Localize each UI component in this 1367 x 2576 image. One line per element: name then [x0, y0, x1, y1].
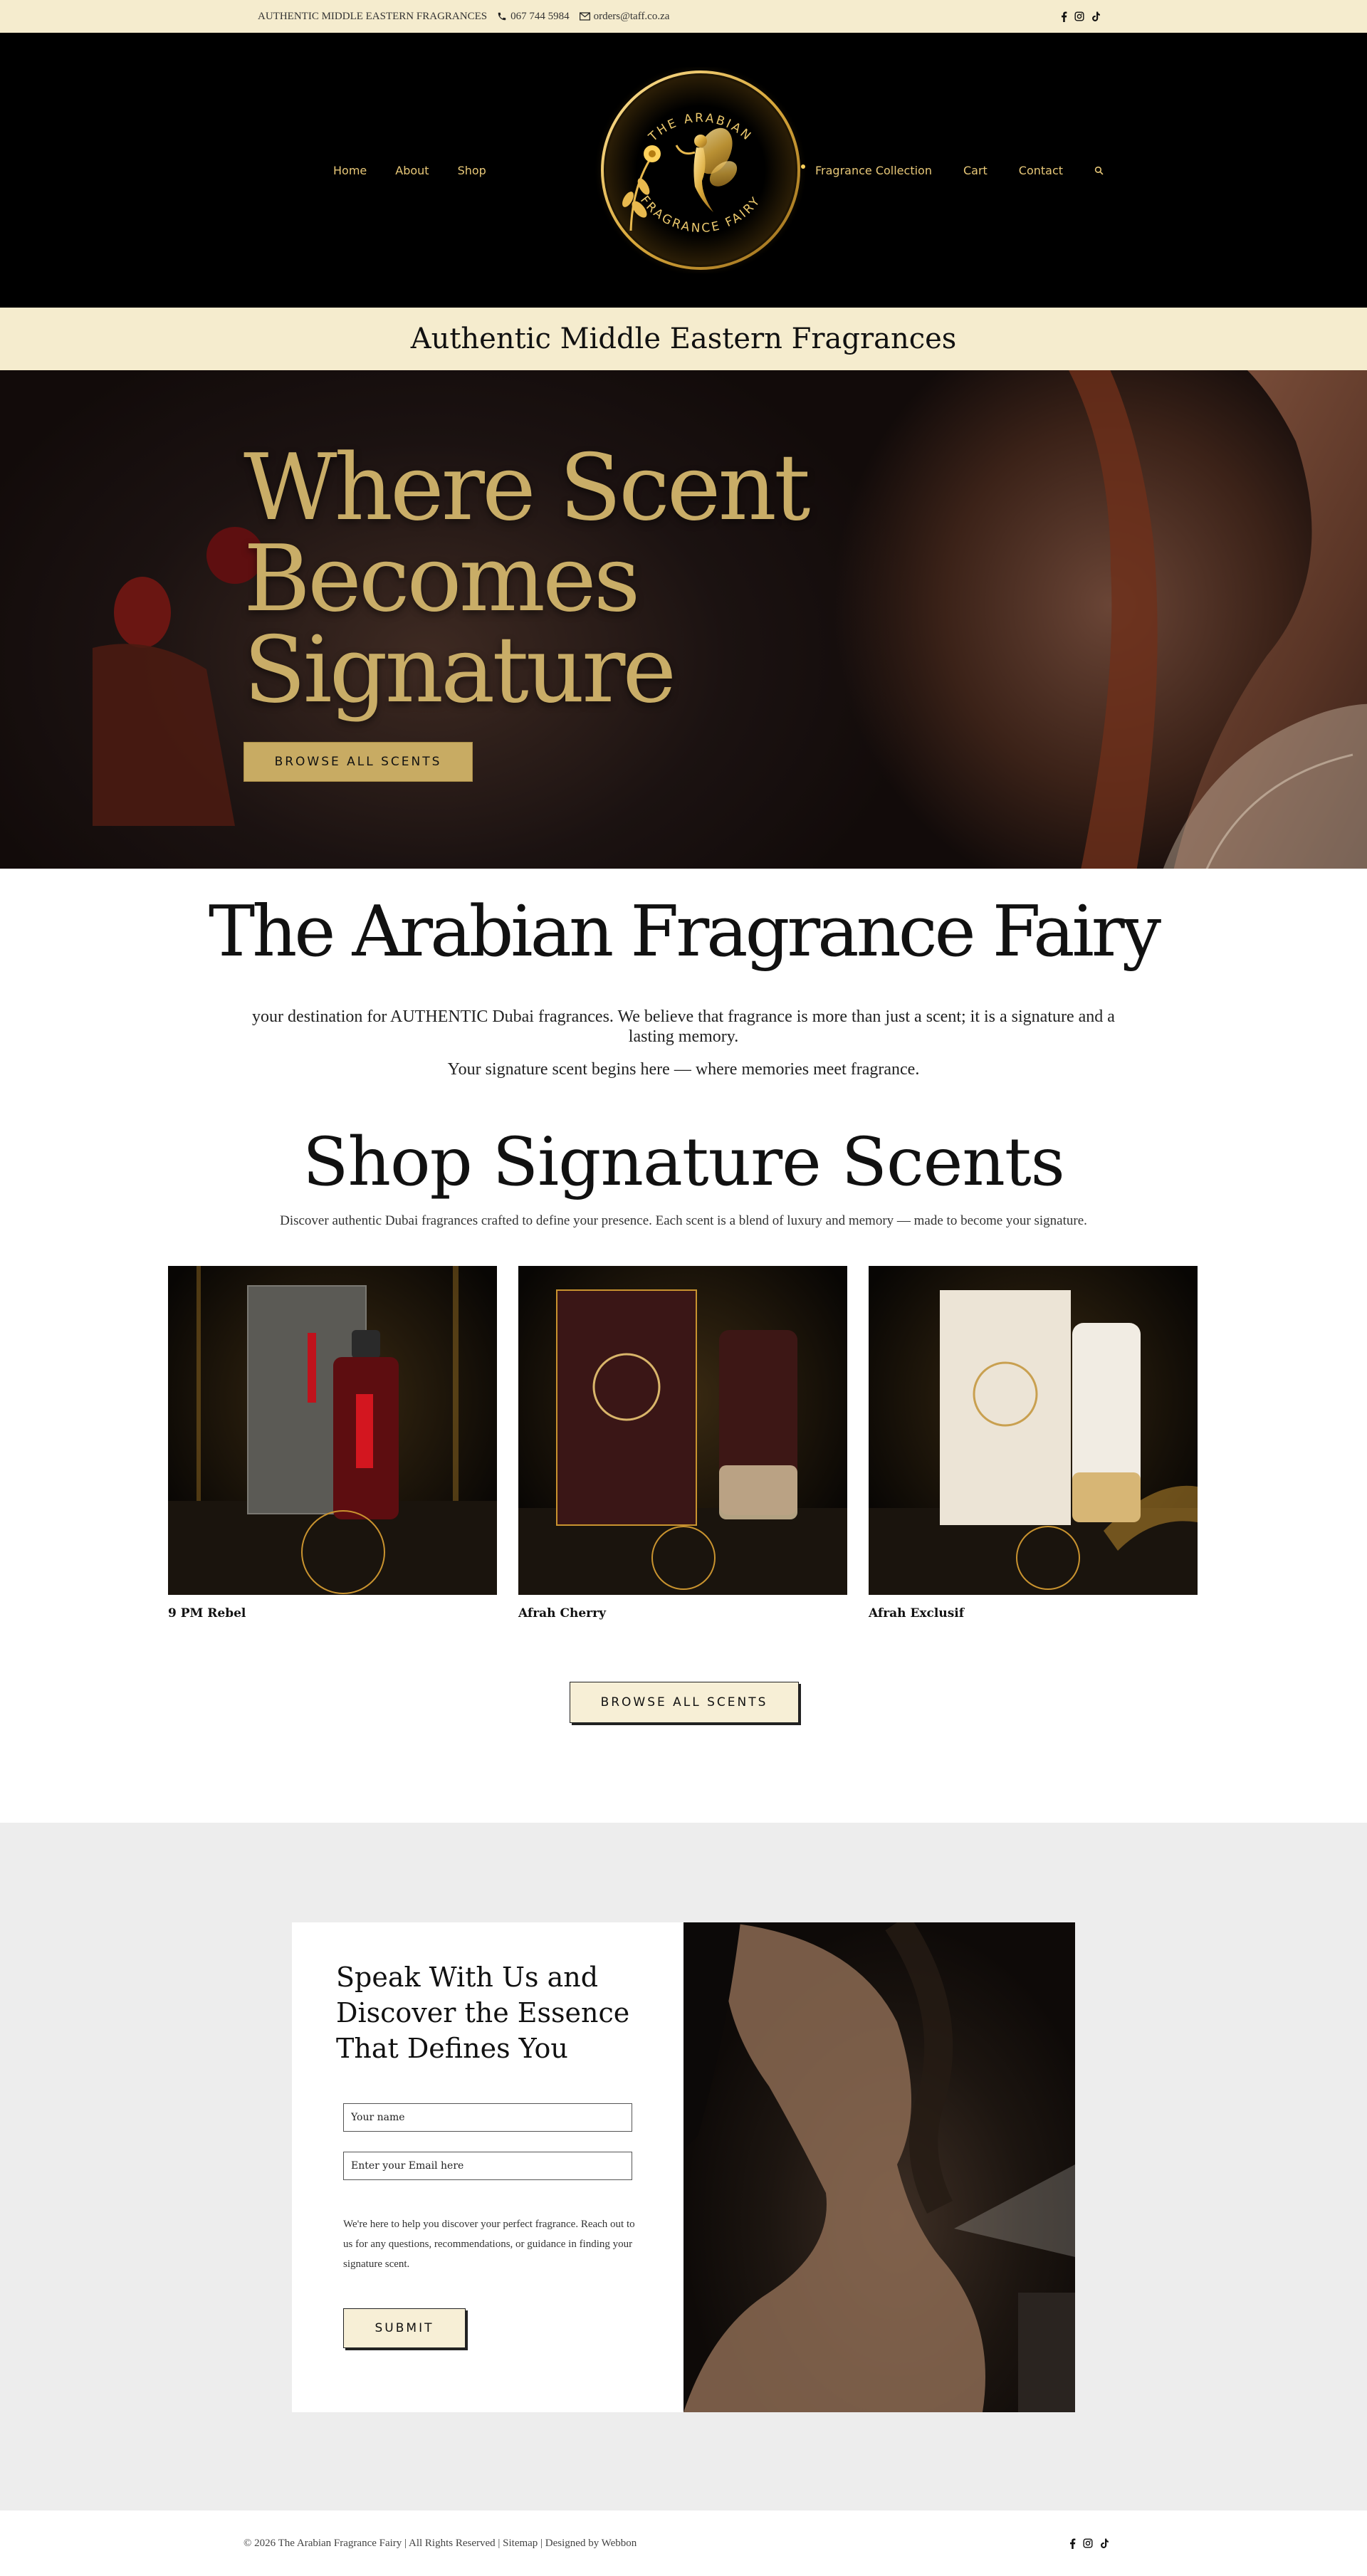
intro-paragraph-1: your destination for AUTHENTIC Dubai fra…	[252, 1007, 1115, 1046]
envelope-icon	[579, 12, 590, 21]
contact-text: We're here to help you discover your per…	[343, 2219, 635, 2270]
product-image[interactable]	[518, 1266, 847, 1595]
phone-icon	[498, 12, 506, 21]
tagline-band: Authentic Middle Eastern Fragrances	[0, 308, 1367, 370]
hero-headline: Where Scent Becomes Signature	[243, 435, 810, 723]
facebook-icon[interactable]	[1069, 2538, 1076, 2549]
shop-subtitle: Discover authentic Dubai fragrances craf…	[280, 1213, 1087, 1228]
instagram-icon[interactable]	[1083, 2538, 1093, 2548]
shop-browse-button[interactable]: BROWSE ALL SCENTS	[570, 1682, 799, 1723]
product-image[interactable]	[168, 1266, 497, 1595]
contact-heading: Speak With Us and Discover the Essence T…	[336, 1962, 630, 2064]
top-tagline: AUTHENTIC MIDDLE EASTERN FRAGRANCES	[258, 10, 488, 22]
phone-number: 067 744 5984	[510, 10, 570, 22]
email-field[interactable]	[343, 2152, 632, 2180]
nav-fragrance-collection[interactable]: Fragrance Collection	[815, 164, 932, 177]
product-name[interactable]: Afrah Cherry	[518, 1606, 847, 1621]
nav-contact[interactable]: Contact	[1019, 164, 1063, 177]
email-address: orders@taff.co.za	[593, 10, 670, 22]
tiktok-icon[interactable]	[1091, 11, 1101, 22]
product-card[interactable]: Afrah Cherry	[518, 1266, 847, 1621]
hero-banner: Where Scent Becomes Signature BROWSE ALL…	[0, 370, 1367, 869]
instagram-icon[interactable]	[1074, 11, 1084, 21]
hero-perfume-hand-image	[93, 527, 263, 826]
product-name[interactable]: Afrah Exclusif	[869, 1606, 1198, 1621]
facebook-icon[interactable]	[1061, 11, 1067, 22]
product-card[interactable]: 9 PM Rebel	[168, 1266, 497, 1621]
search-icon[interactable]	[1094, 166, 1104, 175]
shop-title: Shop Signature Scents	[303, 1124, 1065, 1201]
nav-cart[interactable]: Cart	[963, 164, 988, 177]
phone-link[interactable]: 067 744 5984	[497, 11, 570, 23]
site-logo[interactable]: THE ARABIAN FRAGRANCE FAIRY	[588, 63, 813, 277]
main-nav-left: Home About Shop	[333, 33, 486, 308]
name-field[interactable]	[343, 2103, 632, 2132]
main-nav-right: Fragrance Collection Cart Contact	[815, 33, 1104, 308]
hero-browse-button[interactable]: BROWSE ALL SCENTS	[243, 742, 473, 782]
nav-home[interactable]: Home	[333, 164, 367, 177]
nav-about[interactable]: About	[395, 164, 429, 177]
site-footer: © 2026 The Arabian Fragrance Fairy | All…	[0, 2510, 1367, 2576]
intro-paragraph-2: Your signature scent begins here — where…	[447, 1060, 920, 1079]
nav-shop[interactable]: Shop	[458, 164, 486, 177]
hero-woman-image	[1068, 370, 1367, 869]
submit-button[interactable]: SUBMIT	[343, 2308, 466, 2348]
intro-title: The Arabian Fragrance Fairy	[208, 891, 1161, 973]
product-grid: 9 PM Rebel Afrah Cherry Afrah Exclusif	[168, 1266, 1198, 1621]
contact-form-card: Speak With Us and Discover the Essence T…	[292, 1922, 684, 2412]
product-card[interactable]: Afrah Exclusif	[869, 1266, 1198, 1621]
product-name[interactable]: 9 PM Rebel	[168, 1606, 497, 1621]
footer-copyright: © 2026 The Arabian Fragrance Fairy | All…	[243, 2537, 637, 2549]
product-image[interactable]	[869, 1266, 1198, 1595]
tiktok-icon[interactable]	[1100, 2538, 1109, 2549]
email-link[interactable]: orders@taff.co.za	[579, 10, 670, 23]
top-bar: AUTHENTIC MIDDLE EASTERN FRAGRANCES 067 …	[0, 0, 1367, 33]
tagline-heading: Authentic Middle Eastern Fragrances	[410, 323, 957, 355]
contact-woman-image	[684, 1922, 1075, 2412]
site-header: Home About Shop THE ARABIAN FRAGRANCE FA…	[0, 33, 1367, 308]
